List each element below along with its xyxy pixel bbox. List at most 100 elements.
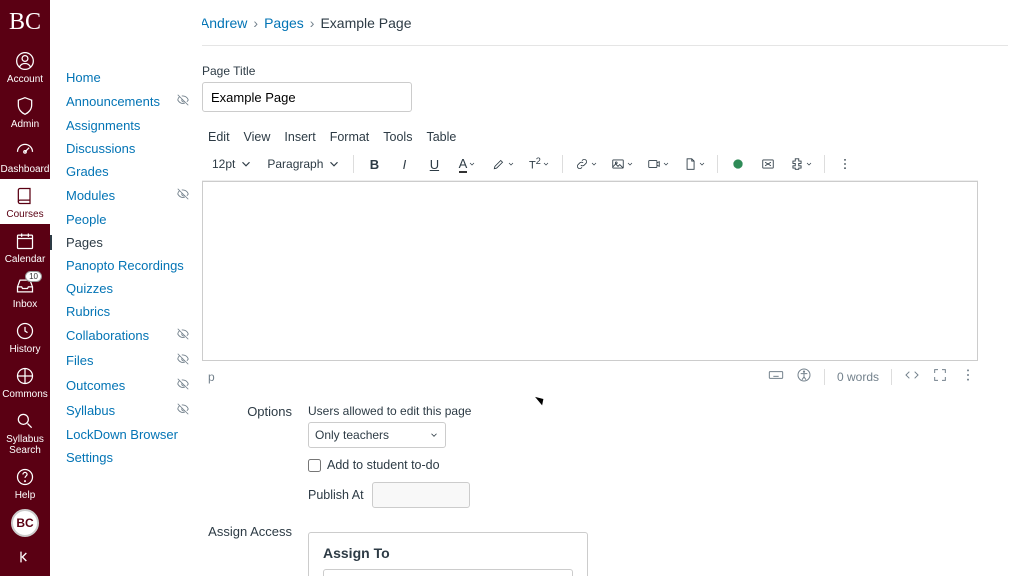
- course-nav-item[interactable]: People: [66, 212, 190, 227]
- kebab-icon[interactable]: [960, 367, 976, 386]
- rail-commons[interactable]: Commons: [0, 359, 50, 404]
- editor-menu-item[interactable]: View: [244, 130, 271, 144]
- editor-menu-item[interactable]: Table: [426, 130, 456, 144]
- course-nav-item[interactable]: Pages: [50, 235, 190, 250]
- font-size-select[interactable]: 12pt: [208, 155, 257, 173]
- course-nav-link[interactable]: Files: [66, 353, 93, 368]
- rail-account[interactable]: Account: [0, 44, 50, 89]
- history-icon: [14, 320, 36, 342]
- course-nav-item[interactable]: Rubrics: [66, 304, 190, 319]
- editor-content-area[interactable]: [202, 181, 978, 361]
- app-icon[interactable]: [726, 152, 750, 176]
- course-nav-link[interactable]: Assignments: [66, 118, 140, 133]
- course-nav-link[interactable]: Pages: [66, 235, 103, 250]
- course-nav-link[interactable]: Announcements: [66, 94, 160, 109]
- breadcrumb-sep: ›: [253, 15, 258, 31]
- course-nav-link[interactable]: People: [66, 212, 106, 227]
- rail-admin[interactable]: Admin: [0, 89, 50, 134]
- add-todo-input[interactable]: [308, 459, 321, 472]
- add-todo-checkbox[interactable]: Add to student to-do: [308, 458, 471, 472]
- course-nav-link[interactable]: Settings: [66, 450, 113, 465]
- editor-path: p: [204, 370, 215, 384]
- text-color-icon[interactable]: A: [452, 152, 482, 176]
- course-nav: Home Announcements Assignments Discussions G…: [50, 0, 202, 576]
- course-nav-link[interactable]: Grades: [66, 164, 109, 179]
- remove-image-icon[interactable]: [756, 152, 780, 176]
- brand-logo[interactable]: BC: [0, 0, 50, 44]
- rail-label: Account: [7, 74, 43, 85]
- bold-icon[interactable]: B: [362, 152, 386, 176]
- image-icon[interactable]: [607, 152, 637, 176]
- course-nav-item[interactable]: LockDown Browser: [66, 427, 190, 442]
- course-nav-item[interactable]: Discussions: [66, 141, 190, 156]
- course-nav-item[interactable]: Collaborations: [66, 327, 190, 344]
- rail-label: Courses: [6, 209, 43, 220]
- media-icon[interactable]: [643, 152, 673, 176]
- rail-dashboard[interactable]: Dashboard: [0, 134, 50, 179]
- assign-to-input[interactable]: Everyone ✕: [323, 569, 573, 576]
- course-nav-link[interactable]: LockDown Browser: [66, 427, 178, 442]
- breadcrumb-site[interactable]: Practice Site for Andrew: [202, 15, 247, 31]
- course-nav-link[interactable]: Discussions: [66, 141, 135, 156]
- underline-icon[interactable]: U: [422, 152, 446, 176]
- rail-label: Dashboard: [1, 164, 50, 175]
- accessibility-icon[interactable]: [796, 367, 812, 386]
- course-nav-link[interactable]: Syllabus: [66, 403, 115, 418]
- rail-help[interactable]: Help: [0, 460, 50, 505]
- user-circle-icon: [14, 50, 36, 72]
- course-nav-item[interactable]: Home: [66, 70, 190, 85]
- course-nav-link[interactable]: Collaborations: [66, 328, 149, 343]
- collapse-nav-icon[interactable]: [17, 549, 33, 568]
- course-nav-item[interactable]: Modules: [66, 187, 190, 204]
- plugin-icon[interactable]: [786, 152, 816, 176]
- course-nav-item[interactable]: Panopto Recordings: [66, 258, 190, 273]
- rail-syllabus-search[interactable]: Syllabus Search: [0, 404, 50, 460]
- block-format-select[interactable]: Paragraph: [263, 155, 345, 173]
- breadcrumb-sep: ›: [310, 15, 315, 31]
- course-nav-item[interactable]: Grades: [66, 164, 190, 179]
- breadcrumb-section[interactable]: Pages: [264, 15, 304, 31]
- publish-at-input[interactable]: [372, 482, 470, 508]
- rail-label: Syllabus Search: [0, 434, 50, 456]
- html-view-icon[interactable]: [904, 367, 920, 386]
- course-nav-item[interactable]: Settings: [66, 450, 190, 465]
- course-nav-item[interactable]: Outcomes: [66, 377, 190, 394]
- rail-inbox[interactable]: 10 Inbox: [0, 269, 50, 314]
- highlight-icon[interactable]: [488, 152, 518, 176]
- course-nav-link[interactable]: Quizzes: [66, 281, 113, 296]
- course-nav-link[interactable]: Rubrics: [66, 304, 110, 319]
- rail-courses[interactable]: Courses: [0, 179, 50, 224]
- user-avatar[interactable]: BC: [11, 509, 39, 537]
- breadcrumb: Practice Site for Andrew › Pages › Examp…: [202, 15, 412, 31]
- course-nav-link[interactable]: Outcomes: [66, 378, 125, 393]
- fullscreen-icon[interactable]: [932, 367, 948, 386]
- course-nav-item[interactable]: Announcements: [66, 93, 190, 110]
- course-nav-link[interactable]: Home: [66, 70, 101, 85]
- italic-icon[interactable]: I: [392, 152, 416, 176]
- editor-menu-item[interactable]: Format: [330, 130, 370, 144]
- course-nav-item[interactable]: Assignments: [66, 118, 190, 133]
- rail-label: History: [9, 344, 40, 355]
- page-title-input[interactable]: [202, 82, 412, 112]
- editor-menu-item[interactable]: Edit: [208, 130, 230, 144]
- page-title-label: Page Title: [202, 64, 978, 78]
- keyboard-icon[interactable]: [768, 367, 784, 386]
- rail-history[interactable]: History: [0, 314, 50, 359]
- course-nav-item[interactable]: Syllabus: [66, 402, 190, 419]
- hidden-icon: [176, 402, 190, 419]
- rail-label: Inbox: [13, 299, 37, 310]
- course-nav-item[interactable]: Files: [66, 352, 190, 369]
- users-edit-select[interactable]: Only teachers: [308, 422, 446, 448]
- course-nav-link[interactable]: Panopto Recordings: [66, 258, 184, 273]
- course-nav-item[interactable]: Quizzes: [66, 281, 190, 296]
- link-icon[interactable]: [571, 152, 601, 176]
- rail-label: Commons: [2, 389, 48, 400]
- editor-menu-item[interactable]: Insert: [284, 130, 315, 144]
- course-nav-link[interactable]: Modules: [66, 188, 115, 203]
- editor-menu-item[interactable]: Tools: [383, 130, 412, 144]
- rail-calendar[interactable]: Calendar: [0, 224, 50, 269]
- document-icon[interactable]: [679, 152, 709, 176]
- assign-card: Assign To Everyone ✕: [308, 532, 588, 576]
- more-icon[interactable]: [833, 152, 857, 176]
- superscript-icon[interactable]: T2: [524, 152, 554, 176]
